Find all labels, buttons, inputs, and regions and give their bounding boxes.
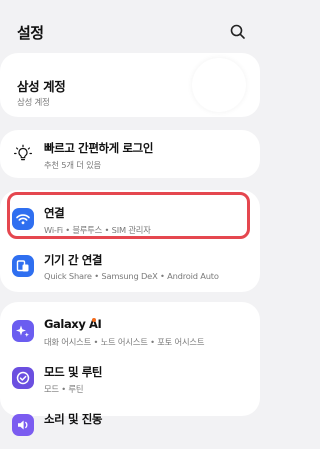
connected-devices-subtitle: Quick Share • Samsung DeX • Android Auto xyxy=(44,271,219,281)
connections-title: 연결 xyxy=(44,206,65,220)
wifi-icon xyxy=(12,208,34,230)
sparkle-icon xyxy=(12,320,34,342)
connected-devices-title: 기기 간 연결 xyxy=(44,253,103,267)
galaxy-ai-subtitle: 대화 어시스트 • 노트 어시스트 • 포토 어시스트 xyxy=(44,337,205,347)
list-item-connected-devices[interactable]: 기기 간 연결 Quick Share • Samsung DeX • Andr… xyxy=(0,242,260,290)
sound-vibration-title: 소리 및 진동 xyxy=(44,412,103,426)
page-title: 설정 xyxy=(17,24,44,42)
quick-login-subtitle: 추천 5개 더 있음 xyxy=(44,160,101,170)
quick-login-title: 빠르고 간편하게 로그인 xyxy=(44,141,154,155)
avatar[interactable] xyxy=(192,58,246,112)
list-item-sound-vibration[interactable]: 소리 및 진동 xyxy=(0,401,260,449)
account-subtitle: 삼성 계정 xyxy=(17,98,50,108)
settings-group-features: Galaxy AI 대화 어시스트 • 노트 어시스트 • 포토 어시스트 모드… xyxy=(0,302,260,436)
check-circle-icon xyxy=(12,367,34,389)
lightbulb-icon xyxy=(12,143,34,165)
list-item-connections[interactable]: 연결 Wi-Fi • 블루투스 • SIM 관리자 xyxy=(0,195,260,243)
connections-subtitle: Wi-Fi • 블루투스 • SIM 관리자 xyxy=(44,225,151,235)
settings-group-connections: 연결 Wi-Fi • 블루투스 • SIM 관리자 기기 간 연결 Quick … xyxy=(0,190,260,292)
search-icon xyxy=(230,24,245,39)
search-button[interactable] xyxy=(228,22,248,42)
modes-routines-subtitle: 모드 • 루틴 xyxy=(44,384,84,394)
list-item-modes-routines[interactable]: 모드 및 루틴 모드 • 루틴 xyxy=(0,354,260,402)
quick-login-item[interactable]: 빠르고 간편하게 로그인 추천 5개 더 있음 xyxy=(0,130,260,178)
account-name: 삼성 계정 xyxy=(17,79,66,94)
devices-icon xyxy=(12,255,34,277)
notification-dot xyxy=(92,318,96,322)
quick-login-card[interactable]: 빠르고 간편하게 로그인 추천 5개 더 있음 xyxy=(0,130,260,178)
modes-routines-title: 모드 및 루틴 xyxy=(44,365,103,379)
list-item-galaxy-ai[interactable]: Galaxy AI 대화 어시스트 • 노트 어시스트 • 포토 어시스트 xyxy=(0,307,260,355)
speaker-icon xyxy=(12,414,34,436)
